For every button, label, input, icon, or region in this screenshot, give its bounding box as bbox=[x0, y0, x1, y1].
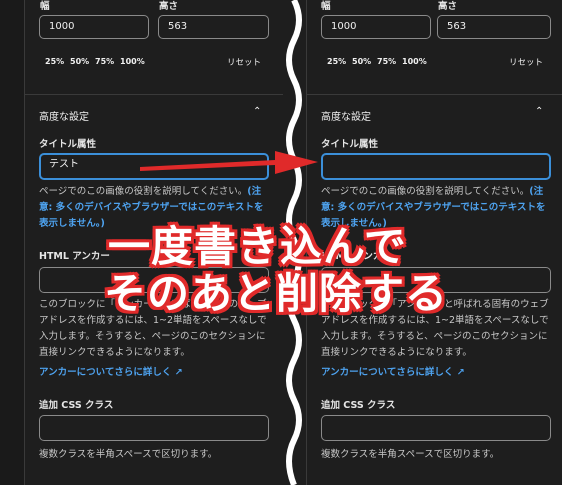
divider bbox=[25, 94, 283, 95]
width-input[interactable]: 1000 bbox=[321, 15, 431, 39]
scale-25-button[interactable]: 25% bbox=[45, 57, 64, 66]
anchor-more-link[interactable]: アンカーについてさらに詳しく ↗ bbox=[39, 364, 183, 378]
css-class-help: 複数クラスを半角スペースで区切ります。 bbox=[39, 449, 218, 460]
css-class-label: 追加 CSS クラス bbox=[321, 400, 396, 411]
red-arrow bbox=[140, 151, 318, 174]
anchor-more-link[interactable]: アンカーについてさらに詳しく ↗ bbox=[321, 364, 465, 378]
reset-button[interactable]: リセット bbox=[227, 56, 261, 68]
scale-50-button[interactable]: 50% bbox=[352, 57, 371, 66]
left-edge-strip bbox=[0, 0, 24, 485]
height-input[interactable]: 563 bbox=[158, 15, 269, 39]
title-attr-label: タイトル属性 bbox=[321, 139, 379, 150]
scale-100-button[interactable]: 100% bbox=[402, 57, 427, 66]
annotation-line-2: そのあと削除する bbox=[104, 269, 449, 318]
css-class-help: 複数クラスを半角スペースで区切ります。 bbox=[321, 449, 500, 460]
anchor-more-link-text: アンカーについてさらに詳しく bbox=[39, 367, 172, 378]
title-attr-input[interactable] bbox=[321, 153, 551, 180]
reset-button[interactable]: リセット bbox=[509, 56, 543, 68]
external-link-icon: ↗ bbox=[174, 367, 183, 378]
scale-75-button[interactable]: 75% bbox=[377, 57, 396, 66]
height-input[interactable]: 563 bbox=[437, 15, 551, 39]
arrow-right-icon bbox=[140, 151, 318, 174]
height-label: 高さ bbox=[438, 1, 458, 12]
title-attr-label: タイトル属性 bbox=[39, 139, 97, 150]
scale-25-button[interactable]: 25% bbox=[327, 57, 346, 66]
anchor-more-link-text: アンカーについてさらに詳しく bbox=[321, 367, 454, 378]
scale-50-button[interactable]: 50% bbox=[70, 57, 89, 66]
divider bbox=[307, 94, 562, 95]
height-label: 高さ bbox=[159, 1, 179, 12]
css-class-input[interactable] bbox=[321, 415, 551, 441]
title-attr-help-text: ページでのこの画像の役割を説明してください。 bbox=[39, 186, 248, 197]
scale-100-button[interactable]: 100% bbox=[120, 57, 145, 66]
chevron-up-icon[interactable]: ⌃ bbox=[253, 106, 261, 117]
advanced-settings-title[interactable]: 高度な設定 bbox=[321, 108, 371, 123]
width-label: 幅 bbox=[321, 1, 331, 12]
width-input[interactable]: 1000 bbox=[39, 15, 149, 39]
chevron-up-icon[interactable]: ⌃ bbox=[535, 106, 543, 117]
css-class-input[interactable] bbox=[39, 415, 269, 441]
title-attr-help-text: ページでのこの画像の役割を説明してください。 bbox=[321, 186, 530, 197]
width-label: 幅 bbox=[40, 1, 50, 12]
advanced-settings-title[interactable]: 高度な設定 bbox=[39, 108, 89, 123]
external-link-icon: ↗ bbox=[456, 367, 465, 378]
css-class-label: 追加 CSS クラス bbox=[39, 400, 114, 411]
scale-75-button[interactable]: 75% bbox=[95, 57, 114, 66]
html-anchor-label: HTML アンカー bbox=[39, 251, 110, 262]
